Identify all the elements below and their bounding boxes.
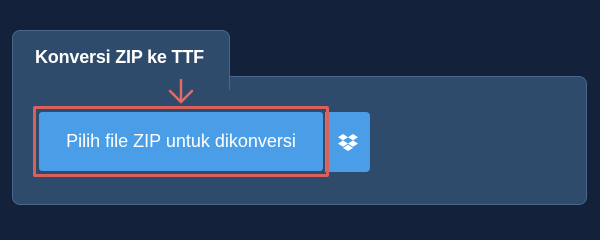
down-arrow-icon	[168, 79, 194, 104]
choose-zip-file-button[interactable]: Pilih file ZIP untuk dikonversi	[39, 112, 323, 171]
dropbox-button[interactable]	[325, 112, 370, 172]
tab-panel-joint	[13, 75, 229, 78]
tab-title: Konversi ZIP ke TTF	[35, 47, 204, 67]
converter-page: Konversi ZIP ke TTF Pilih file ZIP untuk…	[0, 0, 600, 230]
choose-zip-file-label: Pilih file ZIP untuk dikonversi	[66, 131, 296, 151]
converter-tab: Konversi ZIP ke TTF	[12, 30, 230, 90]
dropbox-icon	[337, 134, 358, 151]
